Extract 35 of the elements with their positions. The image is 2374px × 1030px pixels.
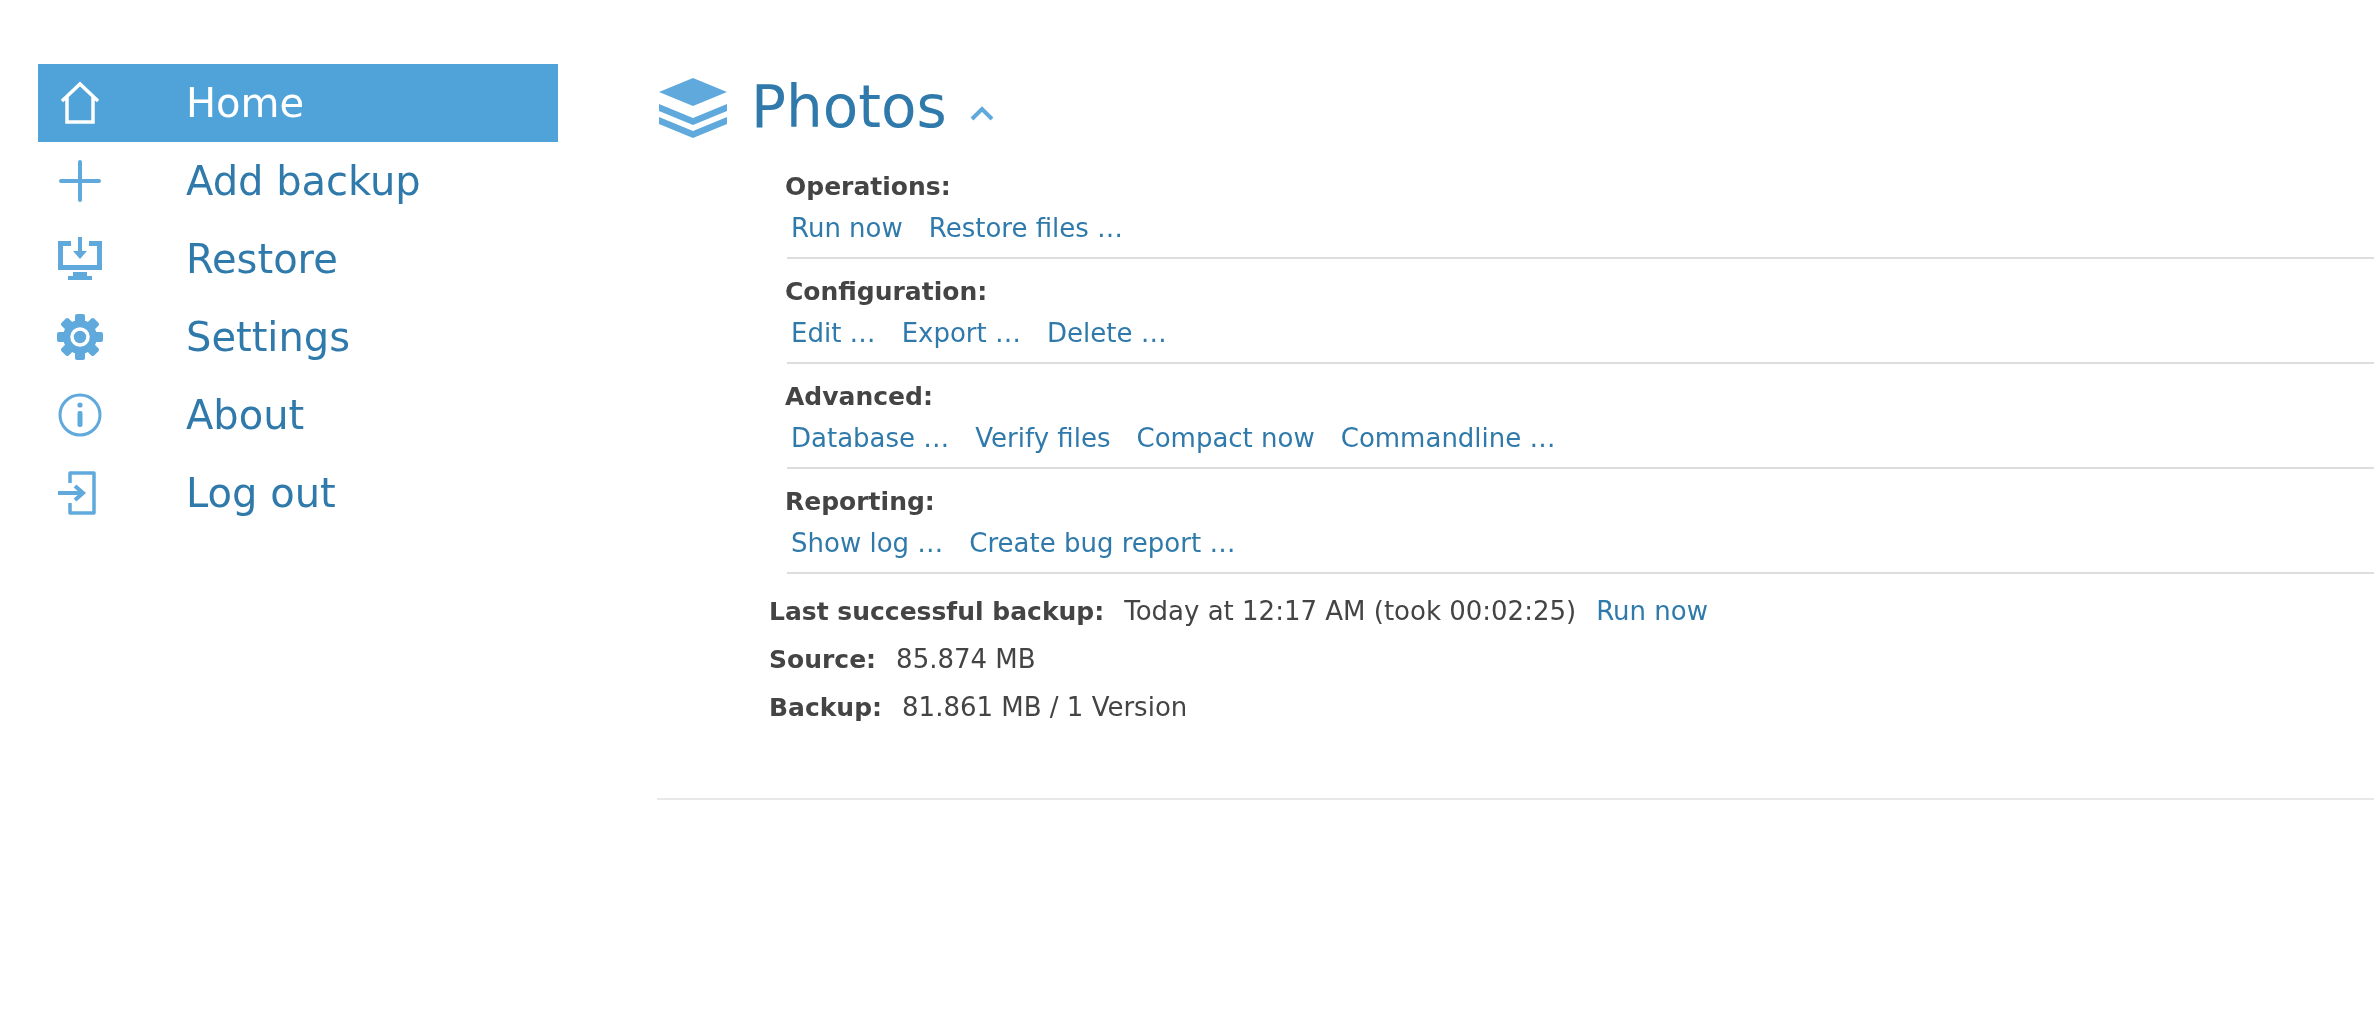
stat-label: Last successful backup: [769,597,1105,626]
action-link[interactable]: Export … [901,318,1021,348]
stat-value: 81.861 MB / 1 Version [902,692,1188,722]
sidebar-item[interactable]: Add backup [38,142,558,220]
sidebar-item[interactable]: Settings [38,298,558,376]
section-heading: Operations: [785,172,952,201]
section-heading: Reporting: [785,487,936,516]
action-link[interactable]: Run now [791,213,903,243]
sidebar-item[interactable]: Log out [38,454,558,532]
monitor-download-icon [56,235,104,283]
action-link[interactable]: Database … [791,423,950,453]
section-heading: Configuration: [785,277,989,306]
action-link[interactable]: Edit … [791,318,876,348]
action-link[interactable]: Create bug report … [969,528,1236,558]
collapse-chevron-icon[interactable] [968,104,995,122]
action-link[interactable]: Show log … [791,528,944,558]
action-link[interactable]: Verify files [975,423,1111,453]
action-link[interactable]: Compact now [1136,423,1315,453]
action-link[interactable]: Restore files … [928,213,1124,243]
stat-label: Source: [769,645,877,674]
stat-label: Backup: [769,693,883,722]
plus-icon [56,157,104,205]
gear-icon [56,313,104,361]
sidebar-item[interactable]: Home [38,64,558,142]
sidebar-item[interactable]: About [38,376,558,454]
section-heading: Advanced: [785,382,934,411]
action-link[interactable]: Commandline … [1340,423,1556,453]
run-now-link[interactable]: Run now [1596,596,1708,626]
stat-value: 85.874 MB [896,644,1036,674]
info-icon [56,391,104,439]
backup-title: Photos [751,73,947,141]
stat-value: Today at 12:17 AM (took 00:02:25) [1124,596,1577,626]
action-link[interactable]: Delete … [1047,318,1167,348]
sidebar-item[interactable]: Restore [38,220,558,298]
stacked-layers-icon [657,76,729,138]
